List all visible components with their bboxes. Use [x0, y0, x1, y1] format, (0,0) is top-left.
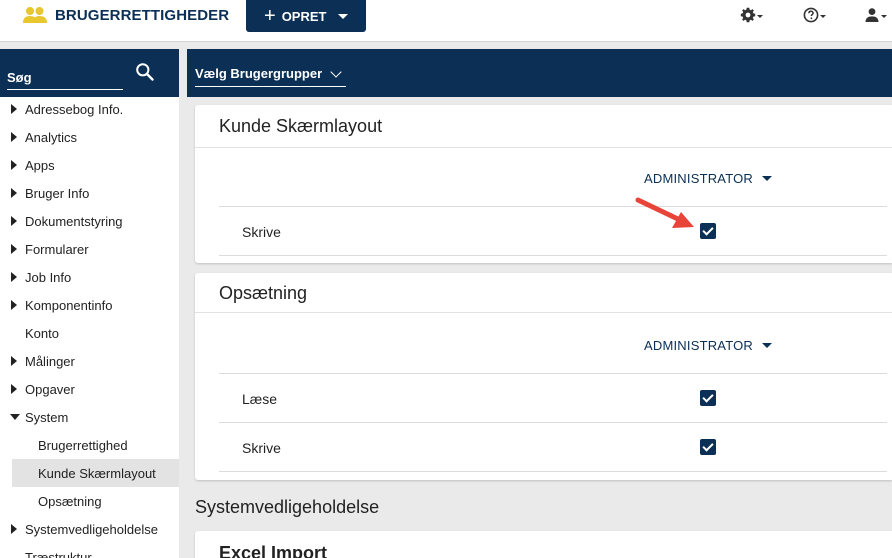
caret-down-icon	[10, 414, 20, 420]
main-header: Vælg Brugergrupper	[187, 49, 892, 97]
app-title: BRUGERRETTIGHEDER	[55, 7, 230, 24]
chevron-down-icon	[757, 15, 763, 18]
role-column-header[interactable]: ADMINISTRATOR	[644, 171, 773, 186]
card-divider	[195, 147, 892, 148]
sidebar-item-bruger-info[interactable]: Bruger Info	[0, 179, 179, 207]
caret-right-icon	[11, 356, 17, 366]
sidebar-item-opgaver[interactable]: Opgaver	[0, 375, 179, 403]
row-divider	[219, 255, 887, 256]
user-icon	[865, 8, 879, 22]
permission-checkbox[interactable]	[700, 390, 716, 406]
search-input[interactable]	[7, 62, 123, 90]
caret-right-icon	[11, 132, 17, 142]
card-title: Kunde Skærmlayout	[219, 116, 383, 136]
user-group-select-label: Vælg Brugergrupper	[195, 66, 323, 81]
permission-card-kunde-skaermlayout: Kunde Skærmlayout ADMINISTRATOR Skrive	[195, 105, 892, 263]
permission-card-excel-import: Excel Import	[195, 531, 892, 558]
sidebar-item-adressebog[interactable]: Adressebog Info.	[0, 95, 179, 123]
card-divider	[195, 312, 892, 313]
section-title: Systemvedligeholdelse	[195, 497, 380, 517]
chevron-down-icon	[330, 65, 342, 78]
chevron-down-icon	[338, 13, 349, 19]
plus-icon: +	[264, 5, 276, 27]
card-title: Opsætning	[219, 283, 308, 303]
sidebar-item-systemvedligeholdelse[interactable]: Systemvedligeholdelse	[0, 515, 179, 543]
caret-right-icon	[11, 384, 17, 394]
create-button-label: OPRET	[281, 8, 327, 24]
permission-label: Skrive	[242, 440, 281, 456]
sidebar-item-opsaetning[interactable]: Opsætning	[0, 487, 179, 515]
sidebar-item-analytics[interactable]: Analytics	[0, 123, 179, 151]
sidebar-item-komponentinfo[interactable]: Komponentinfo	[0, 291, 179, 319]
role-column-header[interactable]: ADMINISTRATOR	[644, 338, 773, 353]
sidebar-item-malinger[interactable]: Målinger	[0, 347, 179, 375]
chevron-down-icon	[881, 15, 887, 18]
permission-label: Læse	[242, 391, 278, 407]
annotation-arrow-icon	[635, 197, 694, 228]
caret-right-icon	[11, 160, 17, 170]
row-divider	[219, 422, 887, 423]
caret-right-icon	[11, 188, 17, 198]
user-menu[interactable]	[864, 6, 887, 24]
sidebar-item-system[interactable]: System	[0, 403, 179, 431]
row-divider	[219, 471, 887, 472]
user-group-select[interactable]: Vælg Brugergrupper	[195, 61, 346, 87]
caret-down-icon	[762, 343, 773, 348]
sidebar-search	[0, 49, 179, 97]
settings-menu[interactable]	[740, 6, 763, 24]
permission-card-opsaetning: Opsætning ADMINISTRATOR Læse Skrive	[195, 273, 892, 480]
sidebar-item-apps[interactable]: Apps	[0, 151, 179, 179]
sidebar-item-dokumentstyring[interactable]: Dokumentstyring	[0, 207, 179, 235]
sidebar: Adressebog Info. Analytics Apps Bruger I…	[0, 49, 179, 558]
help-menu[interactable]	[803, 6, 826, 24]
sidebar-item-kunde-skaermlayout[interactable]: Kunde Skærmlayout	[12, 459, 179, 487]
caret-right-icon	[11, 272, 17, 282]
sidebar-item-brugerrettighed[interactable]: Brugerrettighed	[0, 431, 179, 459]
sidebar-item-formularer[interactable]: Formularer	[0, 235, 179, 263]
caret-right-icon	[11, 300, 17, 310]
top-bar: BRUGERRETTIGHEDER + OPRET	[0, 0, 892, 42]
chevron-down-icon	[820, 15, 826, 18]
help-icon	[803, 7, 819, 23]
permission-checkbox[interactable]	[700, 223, 716, 239]
create-button[interactable]: + OPRET	[246, 0, 366, 32]
search-icon[interactable]	[135, 62, 155, 82]
permission-checkbox[interactable]	[700, 439, 716, 455]
people-icon	[23, 7, 47, 23]
row-divider	[219, 373, 887, 374]
card-title: Excel Import	[219, 543, 328, 558]
permission-label: Skrive	[242, 224, 281, 240]
sidebar-nav: Adressebog Info. Analytics Apps Bruger I…	[0, 95, 179, 558]
caret-right-icon	[11, 104, 17, 114]
sidebar-item-job-info[interactable]: Job Info	[0, 263, 179, 291]
sidebar-item-konto[interactable]: Konto	[0, 319, 179, 347]
caret-right-icon	[11, 244, 17, 254]
row-divider	[219, 206, 887, 207]
sidebar-item-traestruktur[interactable]: Træstruktur	[0, 543, 179, 558]
caret-down-icon	[762, 176, 773, 181]
caret-right-icon	[11, 524, 17, 534]
gear-icon	[740, 7, 756, 23]
caret-right-icon	[11, 216, 17, 226]
